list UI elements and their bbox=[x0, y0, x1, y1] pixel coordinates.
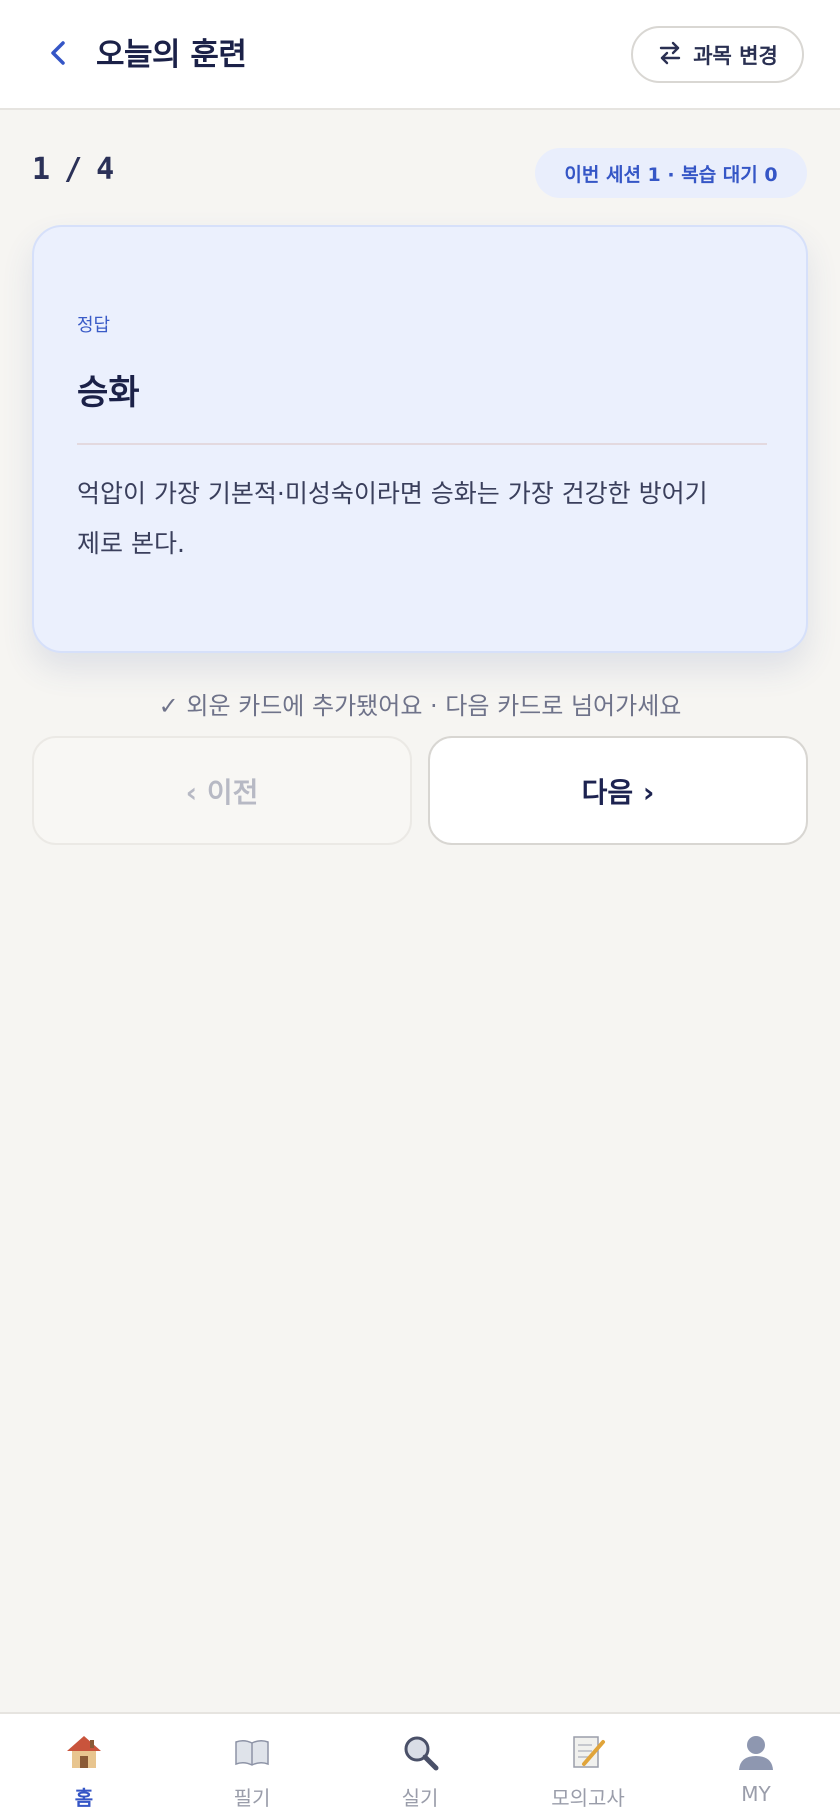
card-divider bbox=[77, 443, 767, 445]
change-subject-button[interactable]: 과목 변경 bbox=[631, 26, 804, 83]
tab-mock-exam-label: 모의고사 bbox=[551, 1786, 625, 1810]
top-bar: 오늘의 훈련 과목 변경 bbox=[0, 0, 840, 110]
page-title: 오늘의 훈련 bbox=[96, 37, 247, 73]
progress-counter: 1 / 4 bbox=[32, 148, 114, 192]
change-subject-label: 과목 변경 bbox=[693, 43, 778, 68]
tab-my[interactable]: MY bbox=[672, 1714, 840, 1820]
tab-practical-label: 실기 bbox=[401, 1786, 439, 1810]
feedback-message: ✓ 외운 카드에 추가됐어요 · 다음 카드로 넘어가세요 bbox=[158, 692, 682, 720]
next-button[interactable]: 다음 › bbox=[428, 736, 808, 845]
home-icon bbox=[62, 1730, 106, 1774]
tab-mock-exam[interactable]: 모의고사 bbox=[504, 1714, 672, 1820]
user-icon bbox=[734, 1730, 778, 1774]
back-button[interactable] bbox=[36, 30, 80, 80]
previous-button[interactable]: ‹ 이전 bbox=[32, 736, 412, 845]
progress-separator: / bbox=[64, 152, 83, 187]
tab-home[interactable]: 홈 bbox=[0, 1714, 168, 1820]
swap-arrows-icon bbox=[657, 40, 683, 70]
progress-current: 1 bbox=[32, 152, 51, 187]
bottom-tab-bar: 홈 필기 실기 모의고사 MY bbox=[0, 1712, 840, 1820]
progress-total: 4 bbox=[96, 152, 115, 187]
answer-explanation: 억압이 가장 기본적·미성숙이라면 승화는 가장 건강한 방어기제로 본다. bbox=[77, 479, 708, 558]
answer-card[interactable]: 정답 승화 억압이 가장 기본적·미성숙이라면 승화는 가장 건강한 방어기제로… bbox=[32, 225, 808, 653]
session-status-badge: 이번 세션 1 · 복습 대기 0 bbox=[535, 148, 807, 198]
tab-written-label: 필기 bbox=[233, 1786, 271, 1810]
tab-written[interactable]: 필기 bbox=[168, 1714, 336, 1820]
magnifier-icon bbox=[398, 1730, 442, 1774]
chevron-left-icon bbox=[48, 38, 68, 72]
answer-label: 정답 bbox=[77, 315, 111, 336]
answer-term: 승화 bbox=[77, 373, 140, 413]
book-icon bbox=[230, 1730, 274, 1774]
tab-home-label: 홈 bbox=[74, 1786, 94, 1810]
memo-icon bbox=[566, 1730, 610, 1774]
app-root: 오늘의 훈련 과목 변경 1 / 4 이번 세션 1 · 복습 대기 0 정답 bbox=[0, 0, 840, 1820]
tab-my-label: MY bbox=[741, 1782, 771, 1806]
tab-practical[interactable]: 실기 bbox=[336, 1714, 504, 1820]
